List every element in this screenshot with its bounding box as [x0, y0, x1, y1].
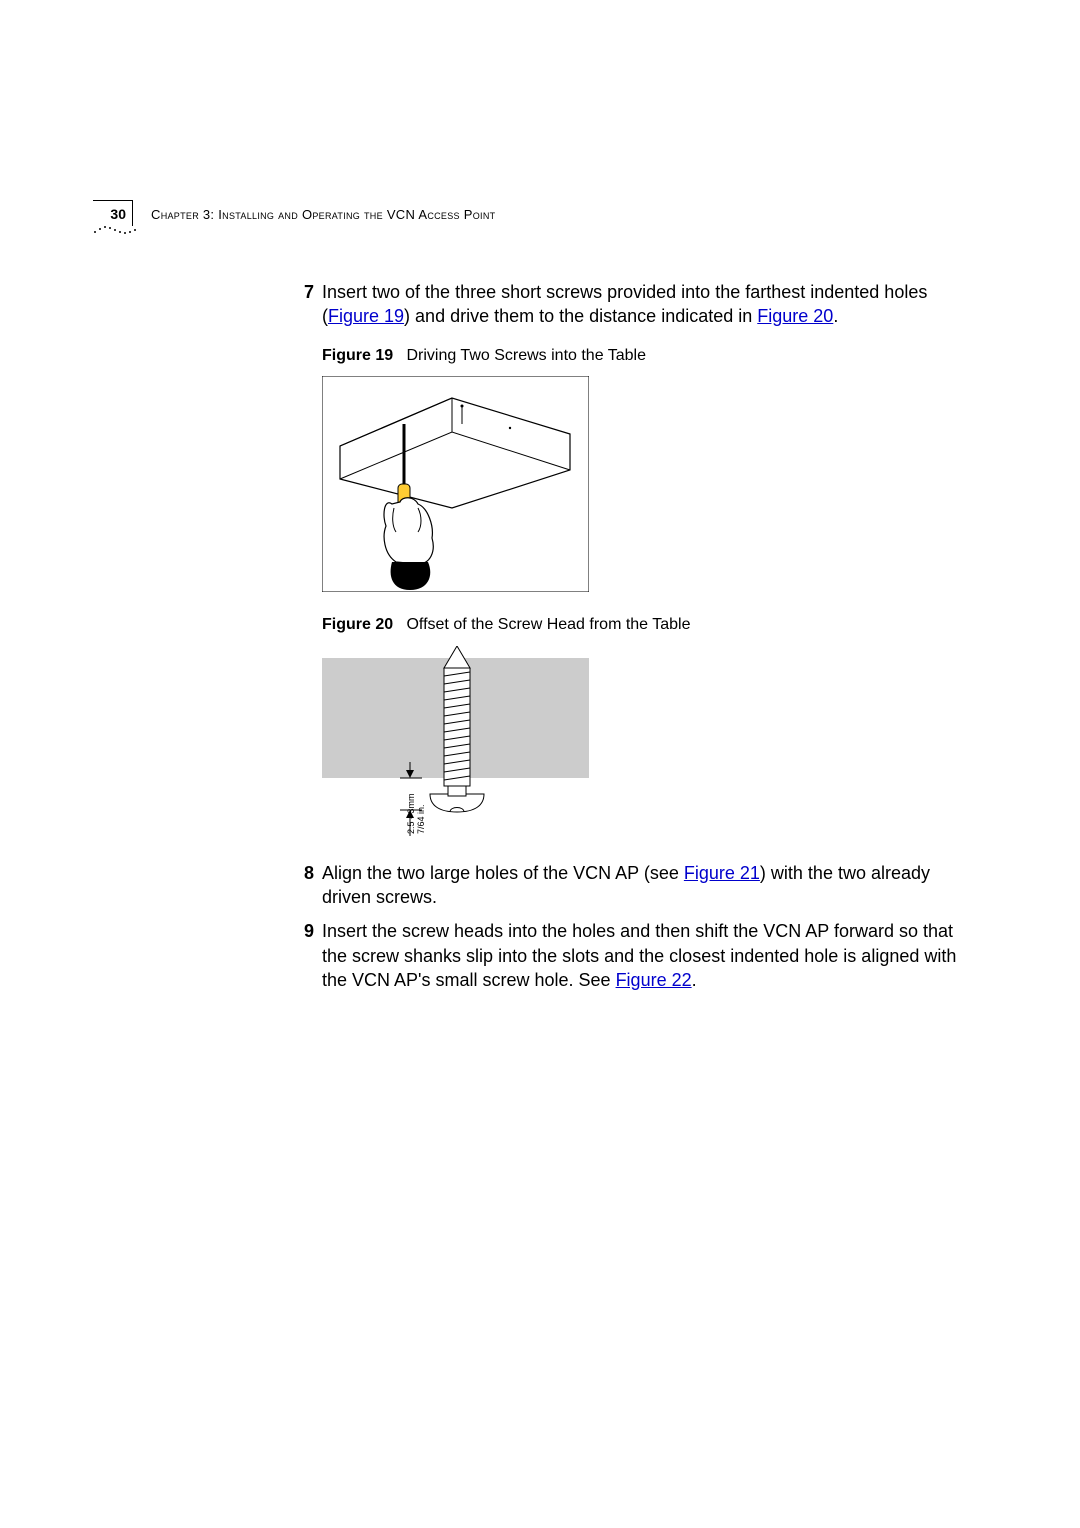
step-7: 7 Insert two of the three short screws p…	[300, 280, 982, 329]
figure-20-link[interactable]: Figure 20	[757, 306, 833, 326]
figure-22-link[interactable]: Figure 22	[616, 970, 692, 990]
figure-caption-text: Offset of the Screw Head from the Table	[406, 616, 690, 633]
step-text: Insert two of the three short screws pro…	[322, 280, 982, 329]
content-column: 7 Insert two of the three short screws p…	[300, 280, 982, 1002]
text: ) and drive them to the distance indicat…	[404, 306, 757, 326]
figure-label: Figure 19	[322, 347, 393, 364]
figure-21-link[interactable]: Figure 21	[684, 863, 760, 883]
figure-caption: Figure 19 Driving Two Screws into the Ta…	[322, 345, 982, 367]
text: .	[692, 970, 697, 990]
figure-20-illustration: 7/64 in. 2.5 - 3mm	[322, 646, 589, 839]
figure-19-illustration	[322, 376, 589, 592]
step-number: 8	[300, 861, 322, 910]
header-decoration	[93, 224, 143, 236]
page-header: 30 Chapter 3: Installing and Operating t…	[93, 200, 987, 244]
text: .	[833, 306, 838, 326]
svg-text:2.5 - 3mm: 2.5 - 3mm	[406, 793, 416, 834]
step-number: 7	[300, 280, 322, 329]
figure-19-link[interactable]: Figure 19	[328, 306, 404, 326]
figure-20: Figure 20 Offset of the Screw Head from …	[322, 614, 982, 839]
step-9: 9 Insert the screw heads into the holes …	[300, 919, 982, 992]
svg-text:7/64 in.: 7/64 in.	[416, 804, 426, 834]
page-number: 30	[93, 200, 133, 226]
figure-caption: Figure 20 Offset of the Screw Head from …	[322, 614, 982, 636]
step-text: Align the two large holes of the VCN AP …	[322, 861, 982, 910]
figure-19: Figure 19 Driving Two Screws into the Ta…	[322, 345, 982, 593]
text: Align the two large holes of the VCN AP …	[322, 863, 684, 883]
step-text: Insert the screw heads into the holes an…	[322, 919, 982, 992]
step-8: 8 Align the two large holes of the VCN A…	[300, 861, 982, 910]
step-number: 9	[300, 919, 322, 992]
figure-caption-text: Driving Two Screws into the Table	[406, 347, 646, 364]
figure-label: Figure 20	[322, 616, 393, 633]
chapter-title: Chapter 3: Installing and Operating the …	[151, 206, 495, 224]
